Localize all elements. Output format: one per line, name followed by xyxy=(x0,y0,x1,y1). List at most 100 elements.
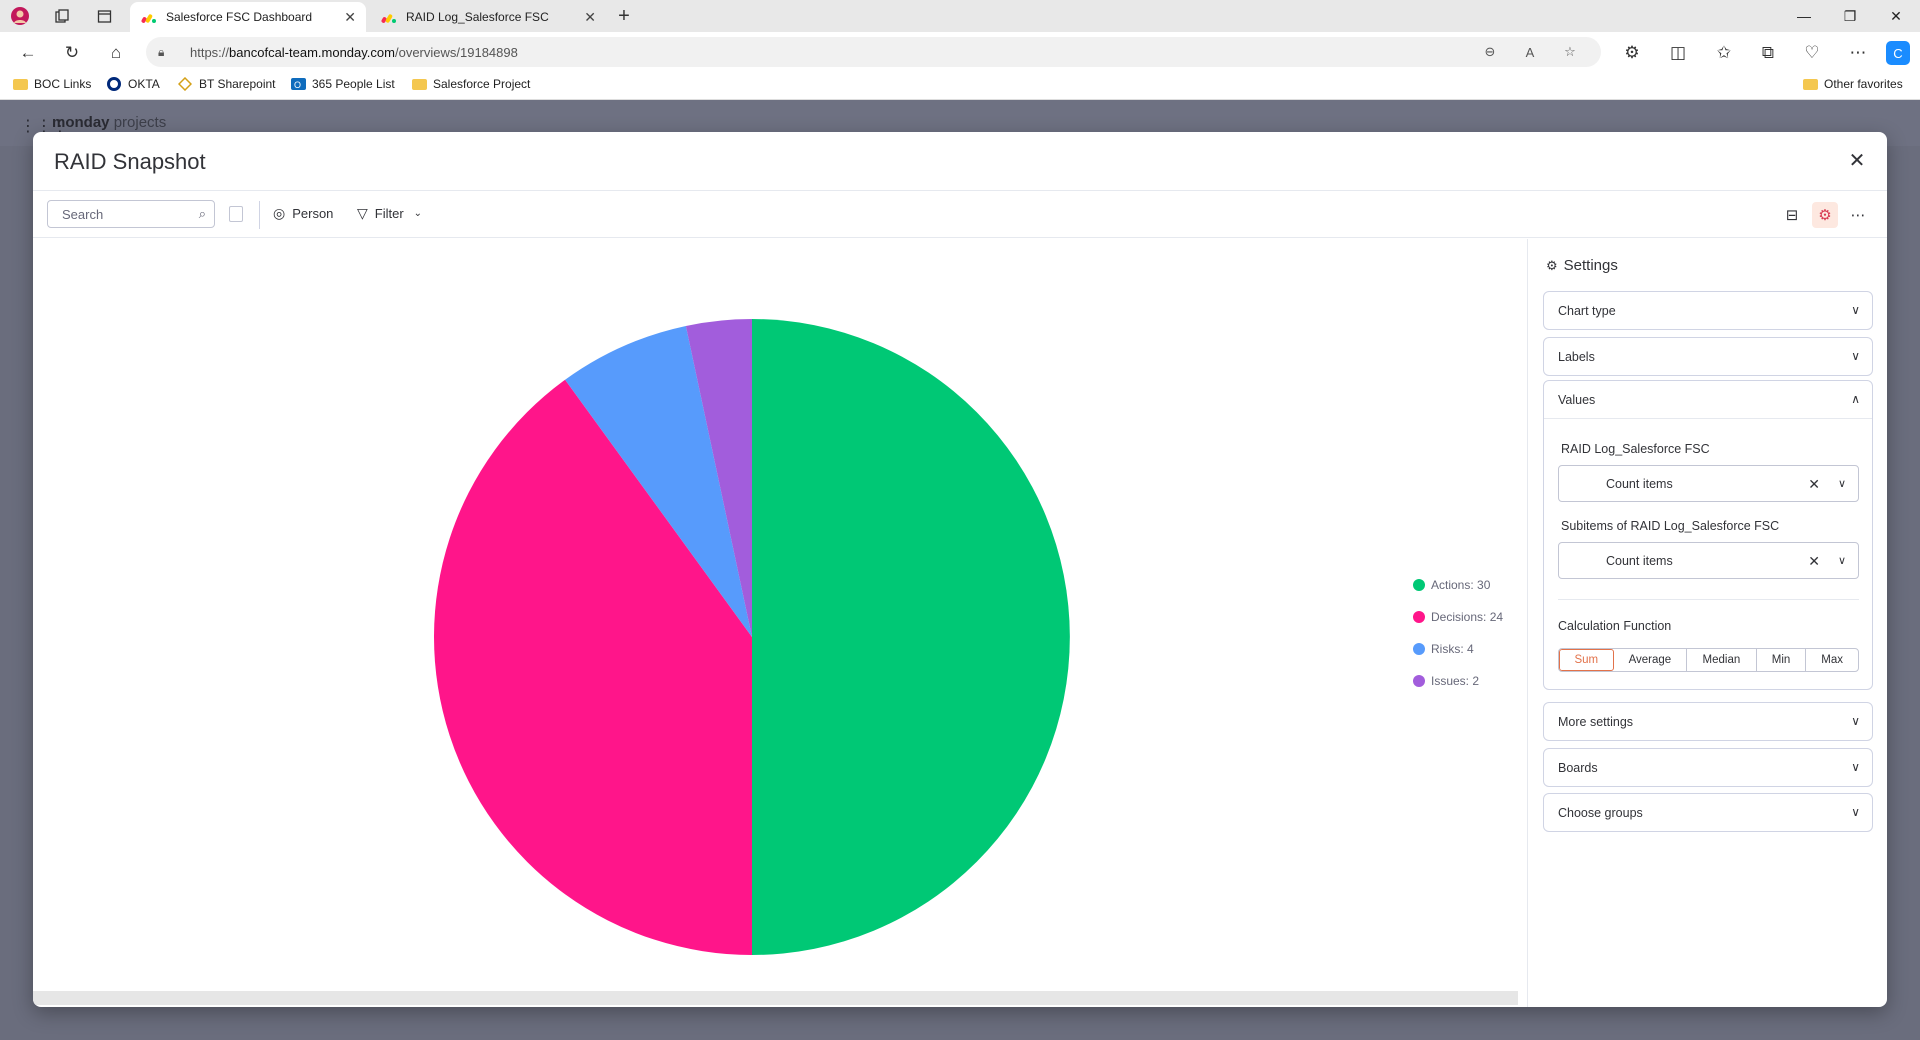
browser-nav-bar: ← ↻ ⌂ 🔒︎ https://bancofcal-team.monday.c… xyxy=(0,32,1920,72)
values-header[interactable]: Values ∧ xyxy=(1544,381,1872,418)
monday-favicon-icon xyxy=(140,10,156,24)
folder-icon xyxy=(411,77,427,91)
new-tab-icon[interactable]: + xyxy=(614,5,634,27)
home-icon[interactable]: ⌂ xyxy=(104,41,128,65)
person-icon: ◎ xyxy=(273,205,286,221)
subitems-value-select[interactable]: Count items ✕ ∨ xyxy=(1558,542,1859,579)
search-input[interactable]: Search ⌕ xyxy=(47,200,215,228)
pie-slice-actions[interactable] xyxy=(752,319,1070,955)
boards-section[interactable]: Boards ∨ xyxy=(1543,748,1873,787)
favorite-star-icon[interactable]: ☆ xyxy=(1561,44,1579,59)
extensions-icon[interactable]: ⚙ xyxy=(1620,41,1644,65)
minimize-icon[interactable]: — xyxy=(1782,4,1826,28)
bookmark-365-people-list[interactable]: O 365 People List xyxy=(290,77,395,91)
calc-option-min[interactable]: Min xyxy=(1757,649,1807,671)
modal-title: RAID Snapshot xyxy=(54,149,206,174)
legend-item-issues[interactable]: Issues: 2 xyxy=(1413,665,1503,697)
legend-item-risks[interactable]: Risks: 4 xyxy=(1413,633,1503,665)
lock-icon: 🔒︎ xyxy=(158,44,165,59)
save-view-icon[interactable] xyxy=(229,206,243,222)
more-settings-section[interactable]: More settings ∨ xyxy=(1543,702,1873,741)
favorites-icon[interactable]: ✩ xyxy=(1712,41,1736,65)
more-menu-icon[interactable]: ⋯ xyxy=(1846,41,1870,65)
labels-section[interactable]: Labels ∨ xyxy=(1543,337,1873,376)
legend-label: Issues: 2 xyxy=(1431,674,1480,688)
bookmark-okta[interactable]: OKTA xyxy=(106,77,160,91)
browser-tab-bar: Salesforce FSC Dashboard ✕ RAID Log_Sale… xyxy=(0,0,1920,32)
refresh-icon[interactable]: ↻ xyxy=(60,41,84,65)
legend-dot xyxy=(1413,579,1425,591)
calc-option-sum[interactable]: Sum xyxy=(1559,649,1614,671)
widget-toolbar: Search ⌕ ◎ Person ▽ Filter ⌄ ⊟ ⚙ ⋯ xyxy=(33,190,1887,238)
modal-close-icon[interactable]: ✕ xyxy=(1845,148,1869,172)
bookmark-other-favorites[interactable]: Other favorites xyxy=(1802,77,1903,91)
bookmark-salesforce-project[interactable]: Salesforce Project xyxy=(411,77,530,91)
calc-option-median[interactable]: Median xyxy=(1687,649,1757,671)
divider xyxy=(1558,599,1859,600)
legend-label: Risks: 4 xyxy=(1431,642,1474,656)
bookmark-bt-sharepoint[interactable]: BT Sharepoint xyxy=(177,77,276,91)
zoom-icon[interactable]: ⊖ xyxy=(1481,44,1499,59)
bookmark-boc-links[interactable]: BOC Links xyxy=(12,77,91,91)
back-icon[interactable]: ← xyxy=(16,41,40,65)
filter-button[interactable]: ▽ Filter ⌄ xyxy=(357,205,429,222)
chart-legend: Actions: 30 Decisions: 24 Risks: 4 Issues: … xyxy=(1413,569,1503,697)
tab-title: RAID Log_Salesforce FSC xyxy=(406,10,549,24)
window-close-icon[interactable]: ✕ xyxy=(1874,4,1918,28)
calc-option-max[interactable]: Max xyxy=(1806,649,1858,671)
clear-icon[interactable]: ✕ xyxy=(1808,553,1820,570)
chevron-down-icon[interactable]: ∨ xyxy=(1838,554,1846,567)
settings-title: ⚙ Settings xyxy=(1546,257,1618,274)
chevron-down-icon: ∨ xyxy=(1851,714,1860,728)
legend-label: Actions: 30 xyxy=(1431,578,1491,592)
more-options-icon[interactable]: ⋯ xyxy=(1845,202,1871,228)
layout-toggle-icon[interactable]: ⊟ xyxy=(1779,202,1805,228)
toolbar-divider xyxy=(259,201,260,229)
chart-type-section[interactable]: Chart type ∨ xyxy=(1543,291,1873,330)
sharepoint-icon xyxy=(177,77,193,91)
address-bar[interactable]: 🔒︎ https://bancofcal-team.monday.com/ove… xyxy=(146,37,1601,67)
chevron-down-icon: ∨ xyxy=(1851,805,1860,819)
legend-item-actions[interactable]: Actions: 30 xyxy=(1413,569,1503,601)
read-aloud-icon[interactable]: A xyxy=(1521,45,1539,60)
calc-function-segmented: Sum Average Median Min Max xyxy=(1558,648,1859,672)
horizontal-scrollbar[interactable] xyxy=(33,991,1518,1005)
tab-close-icon[interactable]: ✕ xyxy=(584,9,596,26)
workspaces-icon[interactable] xyxy=(52,6,72,26)
browser-essentials-icon[interactable]: ♡ xyxy=(1800,41,1824,65)
copilot-icon[interactable]: C xyxy=(1886,41,1910,65)
legend-dot xyxy=(1413,611,1425,623)
settings-gear-icon[interactable]: ⚙ xyxy=(1812,202,1838,228)
chart-area: Actions: 30 Decisions: 24 Risks: 4 Issues: … xyxy=(33,239,1526,1007)
choose-groups-section[interactable]: Choose groups ∨ xyxy=(1543,793,1873,832)
chevron-down-icon[interactable]: ∨ xyxy=(1838,477,1846,490)
monday-favicon-icon xyxy=(380,10,396,24)
clear-icon[interactable]: ✕ xyxy=(1808,476,1820,493)
tab-salesforce-fsc-dashboard[interactable]: Salesforce FSC Dashboard ✕ xyxy=(130,2,366,32)
settings-panel: ⚙ Settings Chart type ∨ Labels ∨ Values ∧ R… xyxy=(1527,239,1887,1007)
outlook-icon: O xyxy=(290,77,306,91)
legend-dot xyxy=(1413,643,1425,655)
profile-avatar-icon[interactable] xyxy=(10,6,30,26)
tab-close-icon[interactable]: ✕ xyxy=(344,9,356,26)
pie-chart xyxy=(434,319,1070,955)
svg-text:O: O xyxy=(294,80,301,90)
subitems-label: Subitems of RAID Log_Salesforce FSC xyxy=(1561,519,1780,533)
gear-icon: ⚙ xyxy=(1546,257,1558,273)
search-icon: ⌕ xyxy=(198,206,206,221)
legend-label: Decisions: 24 xyxy=(1431,610,1504,624)
collections-icon[interactable]: ⧉ xyxy=(1756,41,1780,65)
search-placeholder: Search xyxy=(62,206,104,222)
legend-item-decisions[interactable]: Decisions: 24 xyxy=(1413,601,1503,633)
split-screen-icon[interactable]: ◫ xyxy=(1666,41,1690,65)
restore-icon[interactable]: ❐ xyxy=(1828,4,1872,28)
bookmarks-bar: BOC Links OKTA BT Sharepoint O 365 Peopl… xyxy=(0,72,1920,100)
app-brand: monday projects xyxy=(52,114,167,131)
board-value-select[interactable]: Count items ✕ ∨ xyxy=(1558,465,1859,502)
filter-icon: ▽ xyxy=(357,205,368,221)
tab-raid-log[interactable]: RAID Log_Salesforce FSC ✕ xyxy=(370,2,606,32)
tab-actions-icon[interactable] xyxy=(94,6,114,26)
raid-snapshot-modal: RAID Snapshot ✕ Search ⌕ ◎ Person ▽ Filt… xyxy=(33,132,1887,1007)
person-filter-button[interactable]: ◎ Person xyxy=(273,205,333,222)
calc-option-average[interactable]: Average xyxy=(1614,649,1688,671)
